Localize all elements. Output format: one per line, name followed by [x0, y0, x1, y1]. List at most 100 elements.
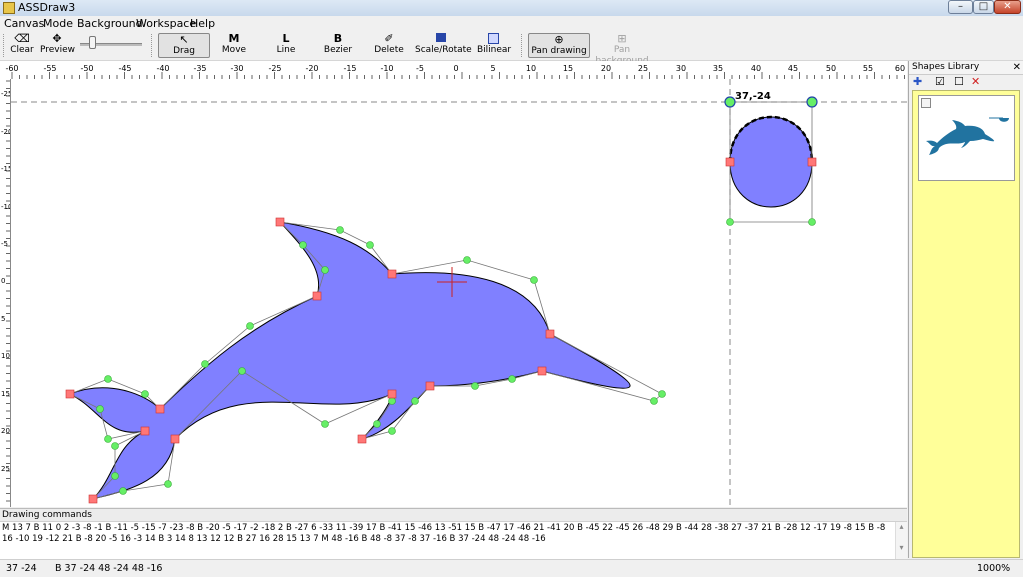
scroll-up-icon[interactable]: ▴ — [896, 522, 907, 531]
title-bar: ASSDraw3 – □ ✕ — [0, 0, 1023, 16]
coordinate-tooltip: 37,-24 — [735, 91, 771, 102]
check-all-icon[interactable]: ☑ — [935, 76, 945, 88]
puzzle-icon: ✥ — [52, 32, 62, 45]
drag-button[interactable]: ↖ Drag — [158, 33, 210, 58]
maximize-button[interactable]: □ — [973, 0, 994, 14]
h-ruler-label: 0 — [453, 64, 458, 73]
status-bar: 37 -24 B 37 -24 48 -24 48 -16 1000% — [0, 559, 1023, 577]
close-button[interactable]: ✕ — [994, 0, 1021, 14]
vertical-ruler: -25 -20 -15 -10 -5 0 5 10 15 20 25 — [0, 79, 11, 507]
scale-rotate-icon — [415, 33, 467, 45]
pan-drawing-icon: ⊕ — [554, 33, 564, 46]
h-ruler-label: 45 — [788, 64, 798, 73]
delete-point-icon: ✐ — [384, 32, 394, 45]
status-info: B 37 -24 48 -24 48 -16 — [55, 563, 163, 574]
status-zoom: 1000% — [977, 563, 1011, 574]
dolphin-shape[interactable] — [68, 221, 631, 500]
clear-button[interactable]: ⌫ Clear — [8, 33, 36, 58]
thumbnail-checkbox[interactable] — [921, 98, 931, 108]
menu-workspace[interactable]: Workspace — [136, 17, 196, 30]
shapes-library-list — [912, 90, 1020, 558]
uncheck-all-icon[interactable]: ☐ — [954, 76, 964, 88]
h-ruler-label: -5 — [416, 64, 424, 73]
h-ruler-label: 5 — [490, 64, 495, 73]
status-coords: 37 -24 — [6, 563, 37, 574]
h-ruler-label: 20 — [601, 64, 611, 73]
delete-button[interactable]: ✐ Delete — [373, 33, 405, 58]
library-close-icon[interactable]: ✕ — [1013, 61, 1021, 74]
h-ruler-label: 55 — [863, 64, 873, 73]
app-icon — [3, 2, 15, 14]
scroll-down-icon[interactable]: ▾ — [896, 543, 907, 552]
h-ruler-label: -45 — [118, 64, 131, 73]
v-ruler-label: -20 — [1, 128, 10, 136]
horizontal-ruler: -60 -55 -50 -45 -40 -35 -30 -25 -20 -15 … — [0, 61, 907, 80]
toolbar-grip — [521, 34, 524, 57]
menu-background[interactable]: Background — [77, 17, 143, 30]
h-ruler-label: 30 — [676, 64, 686, 73]
v-ruler-label: -10 — [1, 203, 10, 211]
scale-rotate-button[interactable]: Scale/Rotate — [415, 33, 472, 58]
bezier-button[interactable]: B Bezier — [322, 33, 354, 58]
h-ruler-label: 15 — [563, 64, 573, 73]
horizontal-ruler-ticks: -60 -55 -50 -45 -40 -35 -30 -25 -20 -15 … — [5, 64, 905, 79]
h-ruler-label: 35 — [713, 64, 723, 73]
drawing-svg[interactable]: 37,-24 — [11, 79, 907, 507]
h-ruler-label: 25 — [638, 64, 648, 73]
h-ruler-label: -50 — [80, 64, 93, 73]
menu-canvas[interactable]: Canvas — [4, 17, 44, 30]
v-ruler-label: -15 — [1, 165, 10, 173]
menu-bar: Canvas Mode Background Workspace Help — [0, 16, 1023, 31]
drawing-commands-text[interactable]: M 13 7 B 11 0 2 -3 -8 -1 B -11 -5 -15 -7… — [2, 523, 890, 545]
v-ruler-label: 10 — [1, 352, 10, 360]
v-ruler-label: 25 — [1, 465, 10, 473]
cursor-icon: ↖ — [179, 33, 189, 46]
pan-drawing-button[interactable]: ⊕ Pan drawing — [528, 33, 590, 58]
v-ruler-label: 0 — [1, 277, 5, 285]
commands-scrollbar[interactable]: ▴ ▾ — [895, 522, 907, 559]
toolbar-grip — [151, 34, 154, 57]
move-button[interactable]: M Move — [218, 33, 250, 58]
opacity-slider-thumb[interactable] — [89, 36, 96, 49]
h-ruler-label: 50 — [826, 64, 836, 73]
drawing-commands-header: Drawing commands — [0, 509, 907, 522]
line-button[interactable]: L Line — [271, 33, 301, 58]
drawing-canvas[interactable]: 37,-24 — [11, 79, 907, 507]
bezier-b-icon: B — [333, 32, 343, 45]
menu-mode[interactable]: Mode — [43, 17, 73, 30]
library-toolbar: ✚ ☑ ☐ ✕ — [909, 75, 1023, 89]
pan-background-icon: ⊞ — [617, 32, 627, 45]
h-ruler-label: -35 — [193, 64, 206, 73]
dolphin-thumbnail-icon — [926, 117, 1009, 155]
v-ruler-label: -25 — [1, 90, 10, 98]
move-m-icon: M — [228, 32, 240, 45]
v-ruler-label: 20 — [1, 427, 10, 435]
vertical-ruler-ticks: -25 -20 -15 -10 -5 0 5 10 15 20 25 — [1, 80, 10, 502]
v-ruler-label: 5 — [1, 315, 5, 323]
add-shape-icon[interactable]: ✚ — [913, 76, 922, 88]
drawing-commands-panel: Drawing commands M 13 7 B 11 0 2 -3 -8 -… — [0, 508, 907, 559]
library-shape-thumbnail[interactable] — [918, 95, 1015, 181]
h-ruler-label: 40 — [751, 64, 761, 73]
v-ruler-label: 15 — [1, 390, 10, 398]
v-ruler-label: -5 — [1, 240, 8, 248]
h-ruler-label: -20 — [305, 64, 318, 73]
minimize-button[interactable]: – — [948, 0, 973, 14]
h-ruler-label: -15 — [343, 64, 356, 73]
preview-button[interactable]: ✥ Preview — [40, 32, 75, 58]
h-ruler-label: -40 — [156, 64, 169, 73]
eraser-icon: ⌫ — [14, 32, 30, 45]
bilinear-button[interactable]: Bilinear — [477, 33, 511, 58]
h-ruler-label: -10 — [380, 64, 393, 73]
h-ruler-label: -25 — [268, 64, 281, 73]
line-l-icon: L — [282, 32, 290, 45]
delete-shape-icon[interactable]: ✕ — [971, 76, 980, 88]
h-ruler-label: 10 — [526, 64, 536, 73]
shapes-library-header: Shapes Library ✕ — [909, 61, 1023, 75]
h-ruler-label: -30 — [230, 64, 243, 73]
h-ruler-label: -55 — [43, 64, 56, 73]
pan-background-button[interactable]: ⊞ Pan background — [592, 32, 652, 67]
window-title: ASSDraw3 — [18, 1, 76, 14]
menu-help[interactable]: Help — [190, 17, 215, 30]
h-ruler-label: -60 — [5, 64, 18, 73]
